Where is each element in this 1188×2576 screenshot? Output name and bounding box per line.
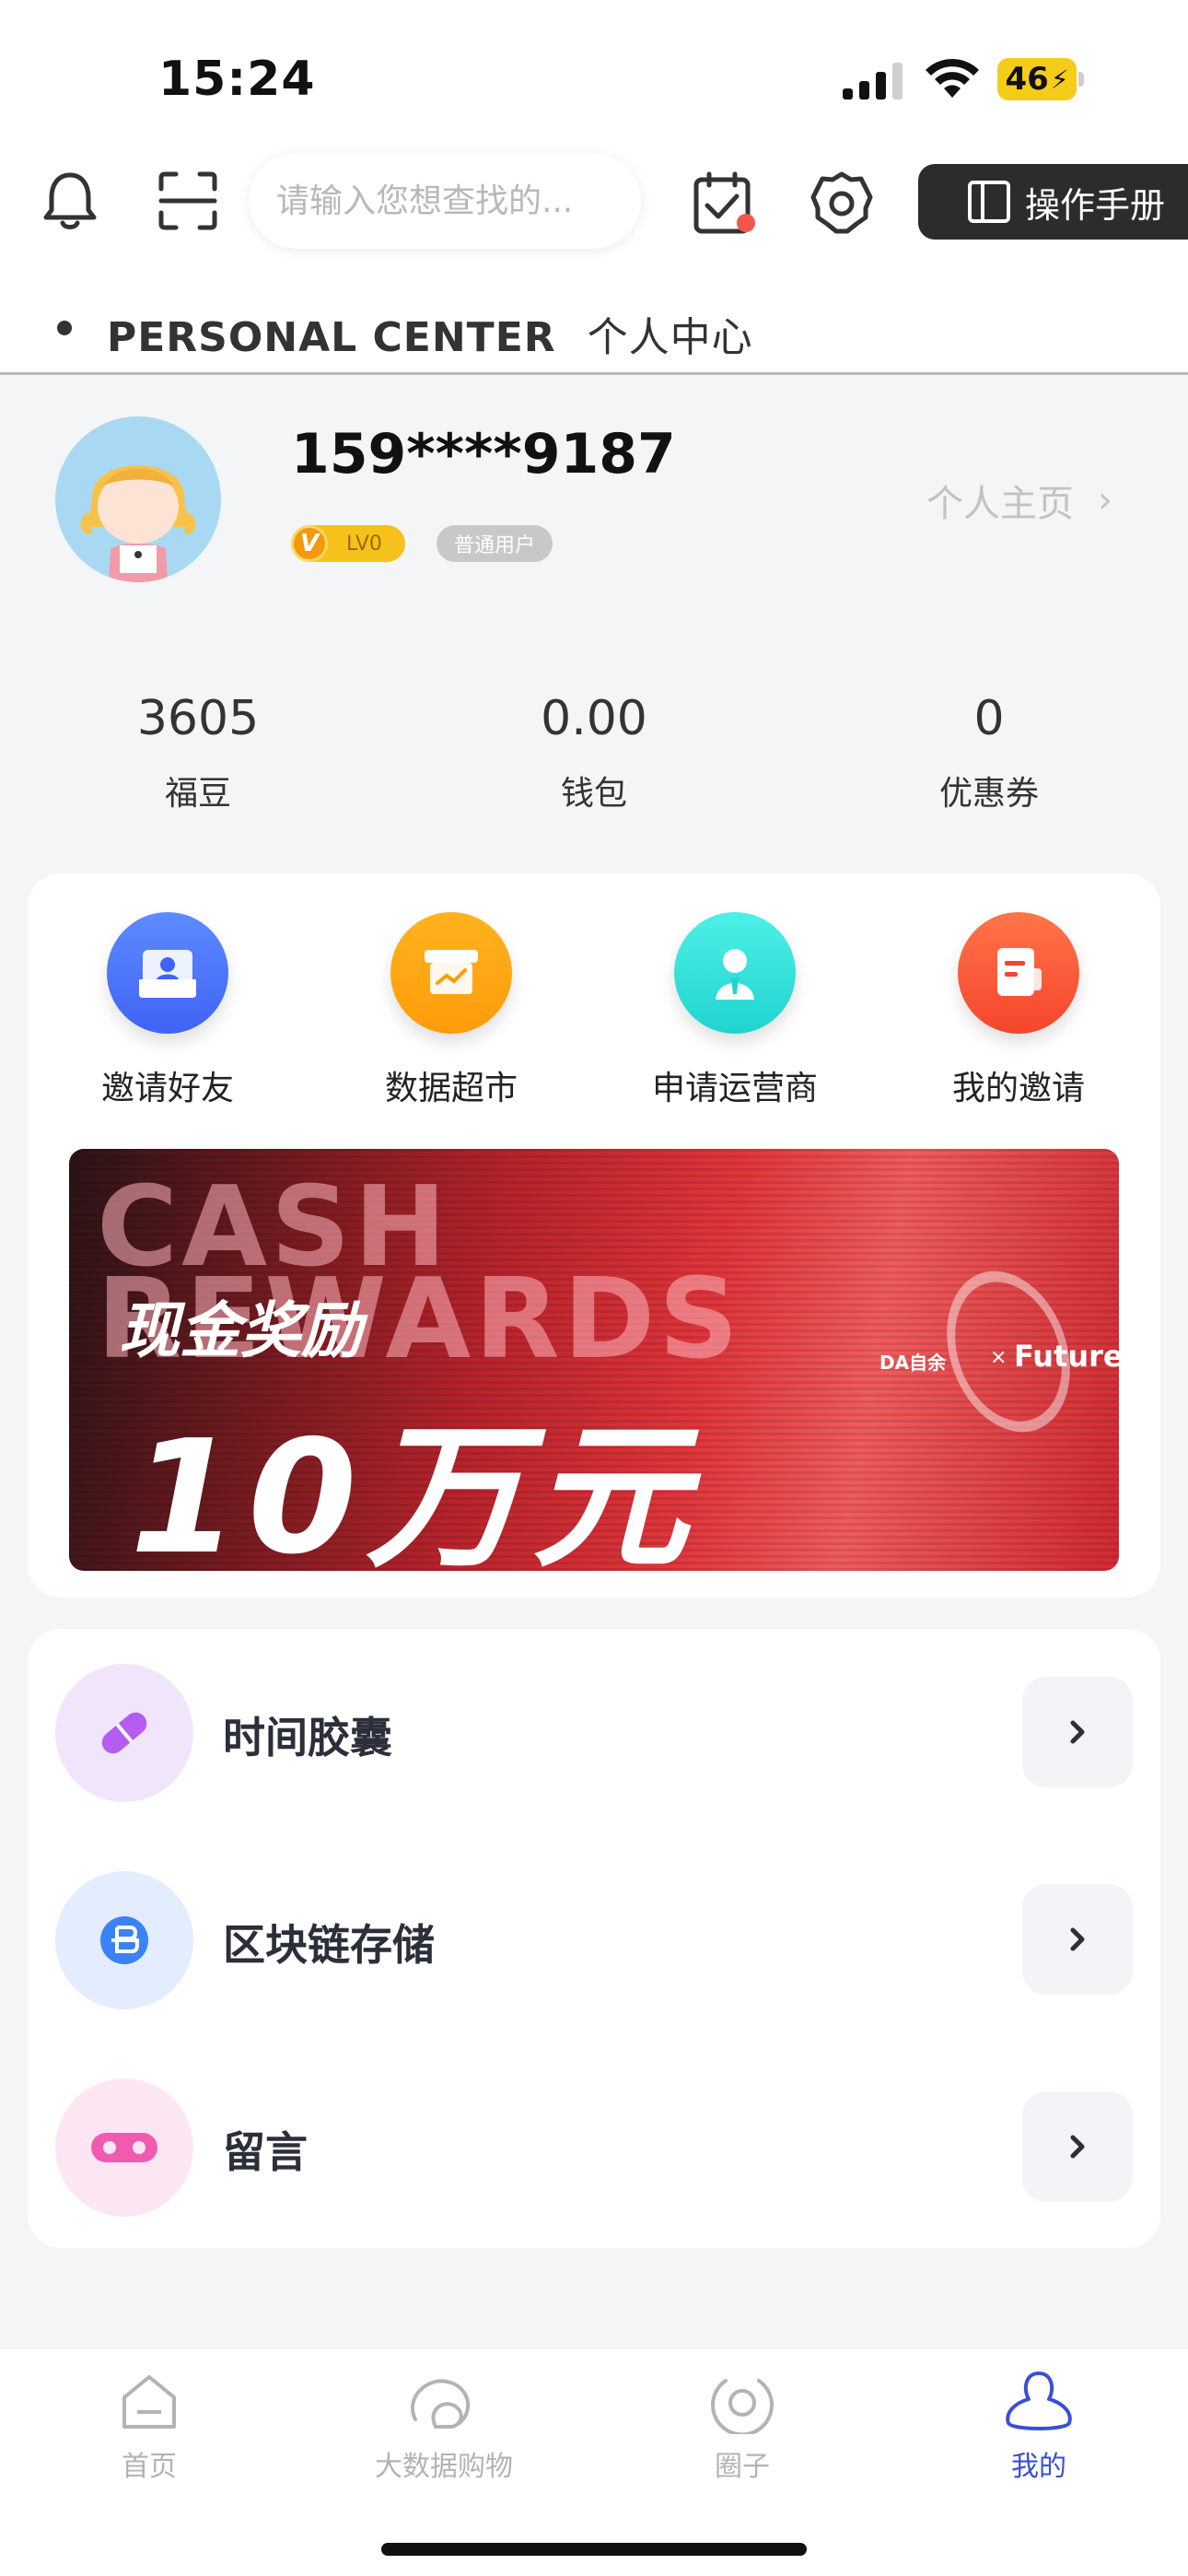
my-invites-icon [958,912,1079,1034]
homepage-link[interactable]: 个人主页 › [926,474,1112,527]
quick-action-invite[interactable]: 邀请好友 [66,912,269,1109]
level-text: LV0 [346,532,382,556]
home-indicator [381,2543,807,2556]
banner-brand-right: Future [1014,1339,1119,1374]
user-type-badge: 普通用户 [437,525,553,562]
scan-icon[interactable] [155,168,221,234]
chevron-right-icon[interactable] [1022,2091,1133,2202]
stat-points[interactable]: 3605 福豆 [78,691,318,814]
notification-dot [737,214,755,232]
tab-label: 大数据购物 [375,2451,513,2483]
menu-item-time-capsule[interactable]: 时间胶囊 [55,1664,1135,1802]
avatar[interactable] [55,416,221,582]
data-market-icon [390,912,512,1034]
banner-brand-x: × [990,1346,1007,1369]
header-divider [0,372,1188,375]
vip-icon: V [291,525,328,562]
operator-icon [674,912,796,1034]
banner-subtitle: 现金奖励 [119,1295,362,1366]
battery-level: 46 ⚡ [997,58,1077,100]
tab-circle[interactable]: 圈子 [632,2370,853,2484]
tab-label: 我的 [1011,2451,1066,2483]
stat-wallet[interactable]: 0.00 钱包 [474,691,714,814]
book-icon [968,181,1010,223]
menu-item-message[interactable]: 留言 [55,2078,1135,2217]
stat-label: 优惠券 [938,775,1039,813]
voicemail-icon [55,2078,193,2217]
username: 159****9187 [291,422,676,486]
search-input[interactable] [276,181,626,220]
manual-button[interactable]: 操作手册 [918,164,1188,240]
section-title-cn: 个人中心 [587,314,753,361]
capsule-icon [55,1664,193,1802]
home-icon [122,2375,176,2429]
chevron-right-icon: › [1098,479,1112,521]
tab-profile[interactable]: 我的 [928,2370,1149,2484]
menu-item-label: 区块链存储 [223,1920,435,1970]
section-bullet [57,321,72,335]
quick-action-label: 数据超市 [384,1070,518,1107]
blockchain-icon [55,1871,193,2009]
banner-headline: 10万元 [130,1407,698,1571]
circle-icon [711,2379,774,2437]
battery-indicator: 46 ⚡ [997,58,1084,100]
bell-icon[interactable] [37,168,103,234]
settings-icon[interactable] [805,166,879,240]
calendar-check-icon[interactable] [685,166,759,240]
stat-value: 0 [973,691,1005,746]
homepage-label: 个人主页 [926,483,1074,525]
manual-label: 操作手册 [1025,184,1166,226]
signal-icon [843,63,903,100]
menu-item-label: 留言 [223,2127,308,2177]
stat-label: 福豆 [164,775,231,813]
section-title: PERSONAL CENTER 个人中心 [107,304,753,363]
stat-value: 3605 [136,691,260,746]
tab-shopping[interactable]: 大数据购物 [333,2370,554,2484]
quick-action-my-invites[interactable]: 我的邀请 [917,912,1120,1109]
shopping-icon [411,2379,470,2429]
stat-coupons[interactable]: 0 优惠券 [869,691,1109,814]
tab-label: 圈子 [715,2451,770,2483]
banner-brand-left: DA自余 [879,1352,947,1374]
quick-action-label: 邀请好友 [100,1070,234,1107]
quick-action-operator[interactable]: 申请运营商 [634,912,836,1109]
tab-home[interactable]: 首页 [39,2370,260,2484]
search-bar[interactable] [249,153,641,249]
tab-label: 首页 [122,2451,177,2483]
menu-item-blockchain-storage[interactable]: 区块链存储 [55,1871,1135,2009]
quick-action-label: 申请运营商 [651,1070,818,1107]
stat-value: 0.00 [541,691,647,746]
section-title-en: PERSONAL CENTER [107,314,556,361]
wifi-icon [926,58,979,98]
quick-action-data-market[interactable]: 数据超市 [350,912,553,1109]
promo-banner[interactable]: CASH REWARDS 现金奖励 10万元 DA自余 × Future [69,1149,1119,1571]
chevron-right-icon[interactable] [1022,1884,1133,1995]
quick-action-label: 我的邀请 [951,1070,1085,1107]
status-time: 15:24 [158,52,316,107]
stat-label: 钱包 [560,775,627,813]
profile-icon [1006,2371,1072,2430]
menu-item-label: 时间胶囊 [223,1713,392,1762]
chevron-right-icon[interactable] [1022,1677,1133,1787]
level-badge: V LV0 [291,525,405,562]
invite-icon [107,912,228,1034]
